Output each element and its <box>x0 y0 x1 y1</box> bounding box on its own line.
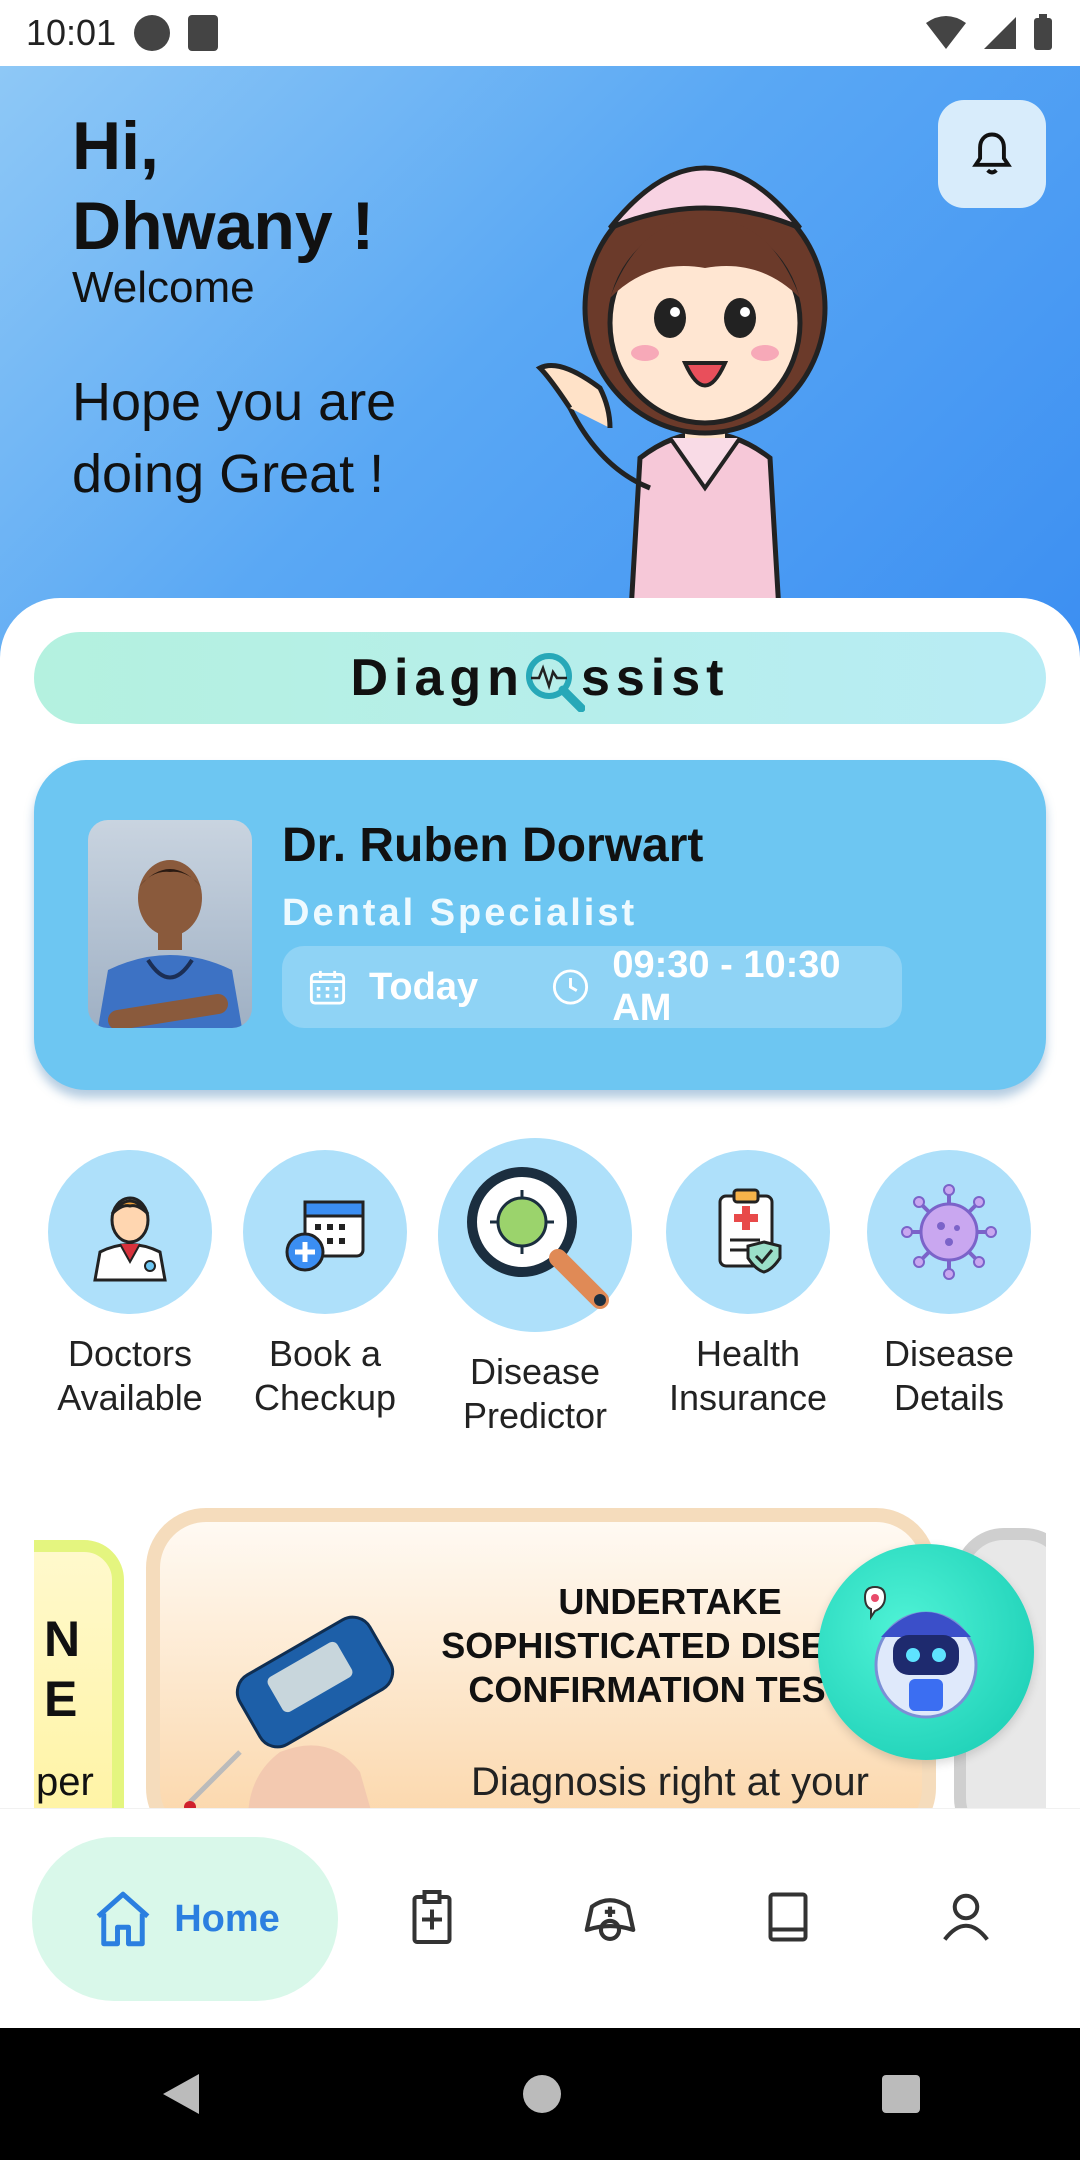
doctor-avatar <box>88 820 252 1028</box>
nav-home[interactable]: Home <box>32 1837 338 2001</box>
promo-subtext: Diagnosis right at your <box>471 1760 869 1804</box>
quick-action-doctors-available[interactable]: Doctors Available <box>48 1150 212 1420</box>
robot-assistant-icon <box>863 1585 978 1719</box>
quick-action-label: Disease Details <box>883 1333 1015 1418</box>
medical-bag-icon <box>584 1898 636 1942</box>
bottom-navigation: Home <box>0 1808 1080 2028</box>
appointment-day: Today <box>369 965 479 1008</box>
chatbot-button[interactable] <box>818 1544 1034 1760</box>
greeting-hi: Hi, <box>72 108 159 184</box>
nav-library[interactable] <box>752 1881 824 1953</box>
insurance-clipboard-icon <box>666 1150 830 1314</box>
glucose-meter-image <box>184 1615 395 1808</box>
wifi-icon <box>926 16 966 49</box>
quick-action-health-insurance[interactable]: Health Insurance <box>666 1150 830 1420</box>
nurse-illustration <box>535 165 828 628</box>
greeting-message: Hope you are doing Great ! <box>72 372 397 504</box>
home-icon <box>96 1891 150 1947</box>
brand-text-part1: Diagn <box>350 649 525 707</box>
battery-icon <box>1034 14 1052 50</box>
greeting-block: Hi, Dhwany ! Welcome Hope you are doing … <box>72 106 532 510</box>
notifications-button[interactable] <box>938 100 1046 208</box>
sd-card-icon <box>188 15 219 51</box>
signal-icon <box>984 17 1016 49</box>
quick-action-label: Book a Checkup <box>253 1333 397 1418</box>
promo-prev-line: per <box>36 1760 94 1804</box>
virus-magnifier-icon <box>438 1138 632 1332</box>
greeting-header: Hi, Dhwany ! Welcome Hope you are doing … <box>0 66 1080 686</box>
calendar-plus-icon <box>243 1150 407 1314</box>
quick-action-disease-details[interactable]: Disease Details <box>867 1150 1031 1420</box>
status-bar: 10:01 <box>0 0 1080 66</box>
calendar-icon <box>309 970 346 1005</box>
quick-action-label: Doctors Available <box>57 1333 203 1418</box>
doctor-name: Dr. Ruben Dorwart <box>282 819 704 872</box>
virus-icon <box>867 1150 1031 1314</box>
profile-icon <box>943 1893 989 1941</box>
user-name: Dhwany ! <box>72 188 375 264</box>
promo-card-previous[interactable]: N E per <box>34 1540 124 1808</box>
appointment-card[interactable]: Dr. Ruben Dorwart Dental Specialist Toda… <box>34 760 1046 1090</box>
quick-action-label: Health Insurance <box>668 1333 828 1418</box>
promo-prev-line: E <box>44 1671 78 1727</box>
clipboard-plus-icon <box>412 1890 452 1944</box>
app-screen: 10:01 Hi, Dhwany ! Welcome Hope you are … <box>0 0 1080 2160</box>
brand-banner: Diagn ssist <box>34 632 1046 724</box>
nav-home-label: Home <box>174 1897 280 1940</box>
quick-action-label: Disease Predictor <box>462 1351 608 1436</box>
nav-reports[interactable] <box>396 1881 468 1953</box>
quick-action-book-checkup[interactable]: Book a Checkup <box>243 1150 407 1420</box>
magnifier-logo-icon <box>525 652 585 712</box>
nav-medical-kit[interactable] <box>574 1881 646 1953</box>
system-navigation-bar <box>0 2028 1080 2160</box>
nav-profile[interactable] <box>930 1881 1002 1953</box>
promo-prev-line: N <box>44 1611 81 1667</box>
back-icon[interactable] <box>159 2070 203 2118</box>
brand-logo: Diagn ssist <box>350 648 730 712</box>
bell-icon <box>972 132 1012 175</box>
appointment-schedule: Today 09:30 - 10:30 AM <box>282 944 902 1029</box>
quick-action-disease-predictor[interactable]: Disease Predictor <box>438 1138 632 1438</box>
recents-icon[interactable] <box>881 2074 921 2114</box>
welcome-text: Welcome <box>72 263 255 312</box>
doctor-specialty: Dental Specialist <box>282 892 638 934</box>
book-icon <box>768 1892 808 1942</box>
status-time: 10:01 <box>26 12 117 53</box>
doctor-icon <box>48 1150 212 1314</box>
clock-icon <box>553 969 589 1005</box>
vpn-icon <box>134 15 171 51</box>
home-circle-icon[interactable] <box>522 2074 562 2114</box>
appointment-time: 09:30 - 10:30 AM <box>612 944 841 1029</box>
quick-actions: Doctors Available Book a Checkup Disease… <box>0 1138 1080 1438</box>
brand-text-part2: ssist <box>580 649 730 707</box>
